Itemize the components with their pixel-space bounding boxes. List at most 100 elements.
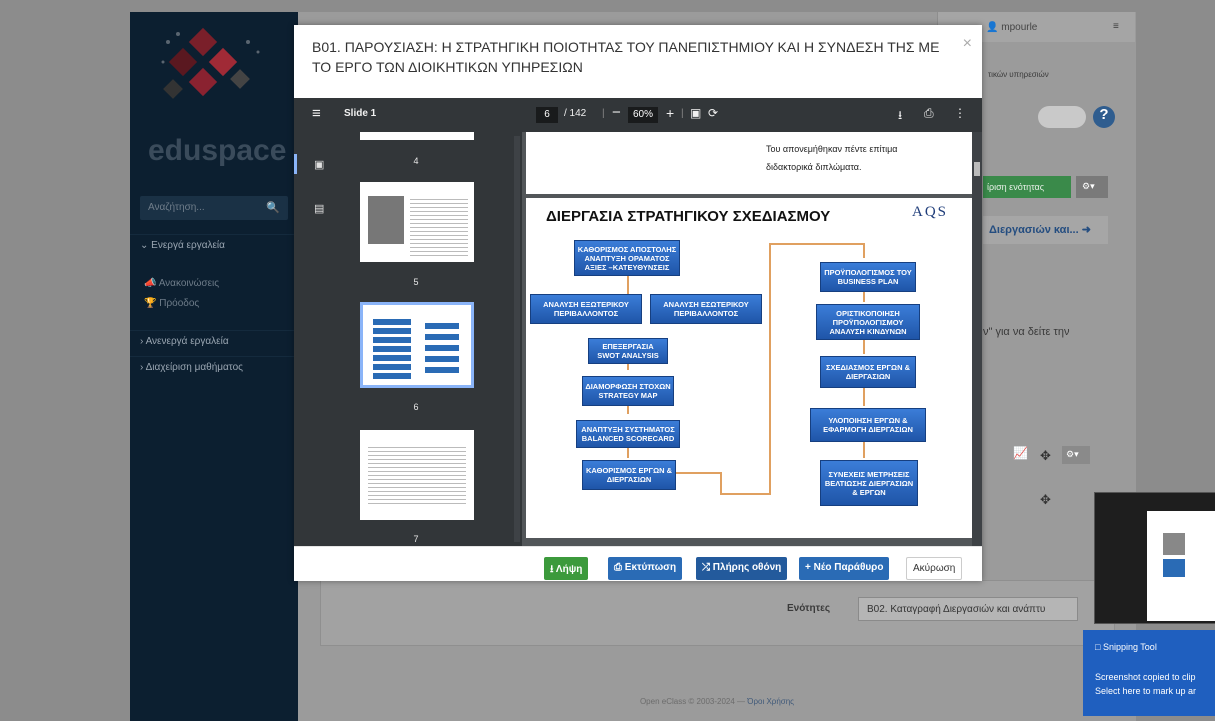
flow-box-right-4: ΥΛΟΠΟΙΗΣΗ ΕΡΓΩΝ & ΕΦΑΡΜΟΓΗ ΔΙΕΡΓΑΣΙΩΝ [810,408,926,442]
flow-box-left-2: ΑΝΑΛΥΣΗ ΕΞΩΤΕΡΙΚΟΥ ΠΕΡΙΒΑΛΛΟΝΤΟΣ [530,294,642,324]
footer-copyright: Open eClass © 2003-2024 — [639,697,748,706]
flow-box-left-7: ΚΑΘΟΡΙΣΜΟΣ ΕΡΓΩΝ & ΔΙΕΡΓΑΣΙΩΝ [582,460,676,490]
viewer-toolbar: ≡ Slide 1 6 / 142 | − 60% + | ▣ ⟳ ⭳ ⎙ ⋮ [294,98,982,132]
row-options-dropdown[interactable]: ⚙▾ [1062,446,1090,464]
flow-box-right-2: ΟΡΙΣΤΙΚΟΠΟΙΗΣΗ ΠΡΟΫΠΟΛΟΓΙΣΜΟΥ ΑΝΑΛΥΣΗ ΚΙ… [816,304,920,340]
fullscreen-button[interactable]: ⤮ Πλήρης οθόνη [696,557,788,580]
new-window-label: Νέο Παράθυρο [813,562,884,573]
flow-box-right-5: ΣΥΝΕΧΕΙΣ ΜΕΤΡΗΣΕΙΣ ΒΕΛΤΙΩΣΗΣ ΔΙΕΡΓΑΣΙΩΝ … [820,460,918,506]
snip-line-1: Screenshot copied to clip [1095,672,1196,682]
snip-title: □ Snipping Tool [1095,642,1157,652]
help-icon[interactable]: ? [1093,106,1115,128]
print-label: Εκτύπωση [624,562,677,573]
unit-management-button[interactable]: ίριση ενότητας [983,176,1071,198]
divider: | [602,108,605,119]
background-hint: ν" για να δείτε την [983,326,1070,338]
settings-icon[interactable]: ≡ [1113,21,1119,32]
sidebar-item-announcements[interactable]: 📣 Ανακοινώσεις [130,274,298,293]
snip-preview-thumbnail[interactable] [1094,492,1215,624]
download-button[interactable]: ⭳ Λήψη [544,557,589,580]
page-5: Του απονεμήθηκαν πέντε επίτιμα διδακτορι… [526,132,972,194]
sidebar-item-progress[interactable]: 🏆 Πρόοδος [130,294,298,313]
snip-line-2: Select here to mark up ar [1095,686,1197,696]
snipping-tool-toast[interactable]: □ Snipping Tool Screenshot copied to cli… [1083,630,1215,716]
thumb-label-6: 6 [413,402,419,412]
flow-box-left-3: ΑΝΑΛΥΣΗ ΕΣΩΤΕΡΙΚΟΥ ΠΕΡΙΒΑΛΛΟΝΤΟΣ [650,294,762,324]
fullscreen-label: Πλήρης οθόνη [712,562,782,573]
sidebar-course-admin[interactable]: › Διαχείριση μαθήματος [130,356,298,378]
search-input[interactable]: Αναζήτηση... 🔍 [140,196,288,220]
page-6: ΔΙΕΡΓΑΣΙΑ ΣΤΡΑΤΗΓΙΚΟΥ ΣΧΕΔΙΑΣΜΟΥ AQS ΚΑΘ… [526,198,972,538]
search-icon[interactable]: 🔍 [266,201,280,214]
snip-preview-image [1163,533,1185,555]
download-icon[interactable]: ⭳ [898,106,902,127]
print-button[interactable]: ⎙ Εκτύπωση [608,557,683,580]
units-label: Ενότητες [787,603,831,614]
zoom-input[interactable]: 60% [628,107,658,123]
more-icon[interactable]: ⋮ [954,106,966,120]
close-icon[interactable]: × [963,35,972,53]
rotate-icon[interactable]: ⟳ [708,106,718,120]
portrait-image [368,196,404,244]
thumbnail-page-5[interactable] [360,182,474,262]
menu-icon[interactable]: ≡ [312,105,321,122]
page-footer: Open eClass © 2003-2024 — Όροι Χρήσης [298,697,1136,706]
page-number-input[interactable]: 6 [536,107,558,123]
toggle-switch[interactable] [1038,106,1086,128]
thumbnail-page-7[interactable] [360,430,474,520]
snip-preview-diagram [1163,559,1185,577]
modal-footer: ⭳ Λήψη ⎙ Εκτύπωση ⤮ Πλήρης οθόνη + Νέο Π… [294,546,982,581]
page-total: / 142 [564,108,587,119]
search-placeholder: Αναζήτηση... [148,202,205,213]
course-admin-label: Διαχείριση μαθήματος [145,362,243,373]
next-unit-label: Διεργασιών και... [989,224,1079,236]
user-menu[interactable]: 👤 mpourle [986,22,1037,33]
flow-box-right-1: ΠΡΟΫΠΟΛΟΓΙΣΜΟΣ ΤΟΥ BUSINESS PLAN [820,262,916,292]
move-icon-2[interactable]: ✥ [1040,492,1051,508]
thumb-label-5: 5 [413,277,419,287]
thumb-scrollbar[interactable] [514,136,520,542]
thumbnail-page-6[interactable] [360,302,474,388]
fit-page-icon[interactable]: ▣ [690,106,701,120]
print-icon[interactable]: ⎙ [924,106,934,121]
new-window-button[interactable]: + Νέο Παράθυρο [799,557,890,580]
cancel-button[interactable]: Ακύρωση [906,557,963,580]
thumbnail-page-4[interactable] [360,132,474,140]
outline-icon[interactable]: ▤ [314,202,324,215]
footer-terms-link[interactable]: Όροι Χρήσης [747,697,794,706]
next-unit-link[interactable]: Διεργασιών και... ➜ [983,216,1108,244]
viewer-left-bar: ▣ ▤ [294,132,336,546]
zoom-out-icon[interactable]: − [612,104,621,121]
logo-text: eduspace [148,134,287,167]
doc-name: Slide 1 [344,108,377,119]
flow-box-left-1: ΚΑΘΟΡΙΣΜΟΣ ΑΠΟΣΤΟΛΗΣ ΑΝΑΠΤΥΞΗ ΟΡΑΜΑΤΟΣ Α… [574,240,680,276]
page-scrollbar[interactable] [972,132,982,546]
gears-dropdown[interactable]: ⚙▾ [1076,176,1108,198]
flow-box-left-5: ΔΙΑΜΟΡΦΩΣΗ ΣΤΟΧΩΝ STRATEGY MAP [582,376,674,406]
eduspace-logo[interactable]: eduspace [148,22,287,182]
page-area: Του απονεμήθηκαν πέντε επίτιμα διδακτορι… [522,132,982,546]
thumbnails-icon[interactable]: ▣ [314,158,324,171]
modal-title: Β01. ΠΑΡΟΥΣΙΑΣΗ: Η ΣΤΡΑΤΗΓΙΚΗ ΠΟΙΟΤΗΤΑΣ … [312,39,940,75]
chart-icon[interactable]: 📈 [1013,446,1028,460]
page5-text-2: διδακτορικά διπλώματα. [766,162,862,172]
page5-text-1: Του απονεμήθηκαν πέντε επίτιμα [766,144,898,154]
scroll-thumb[interactable] [974,162,980,176]
active-tools-label: Ενεργά εργαλεία [151,240,225,251]
thumb-diagram-left [373,319,411,379]
flow-box-right-3: ΣΧΕΔΙΑΣΜΟΣ ΕΡΓΩΝ & ΔΙΕΡΓΑΣΙΩΝ [820,356,916,388]
sidebar: eduspace Αναζήτηση... 🔍 ⌄ Ενεργά εργαλεία… [130,12,298,721]
move-icon[interactable]: ✥ [1040,448,1051,464]
thumb-label-7: 7 [413,534,419,544]
divider-2: | [681,108,684,119]
units-select[interactable]: Β02. Καταγραφή Διεργασιών και ανάπτυ [858,597,1078,621]
zoom-in-icon[interactable]: + [666,105,674,121]
sidebar-inactive-tools[interactable]: › Ανενεργά εργαλεία [130,330,298,352]
text-lines [410,196,468,256]
sidebar-active-tools[interactable]: ⌄ Ενεργά εργαλεία [130,234,298,256]
active-indicator [294,154,297,174]
thumb-diagram-right [425,323,459,375]
thumb-label-4: 4 [413,156,419,166]
text-lines-7 [368,444,466,504]
progress-label: Πρόοδος [159,298,200,309]
